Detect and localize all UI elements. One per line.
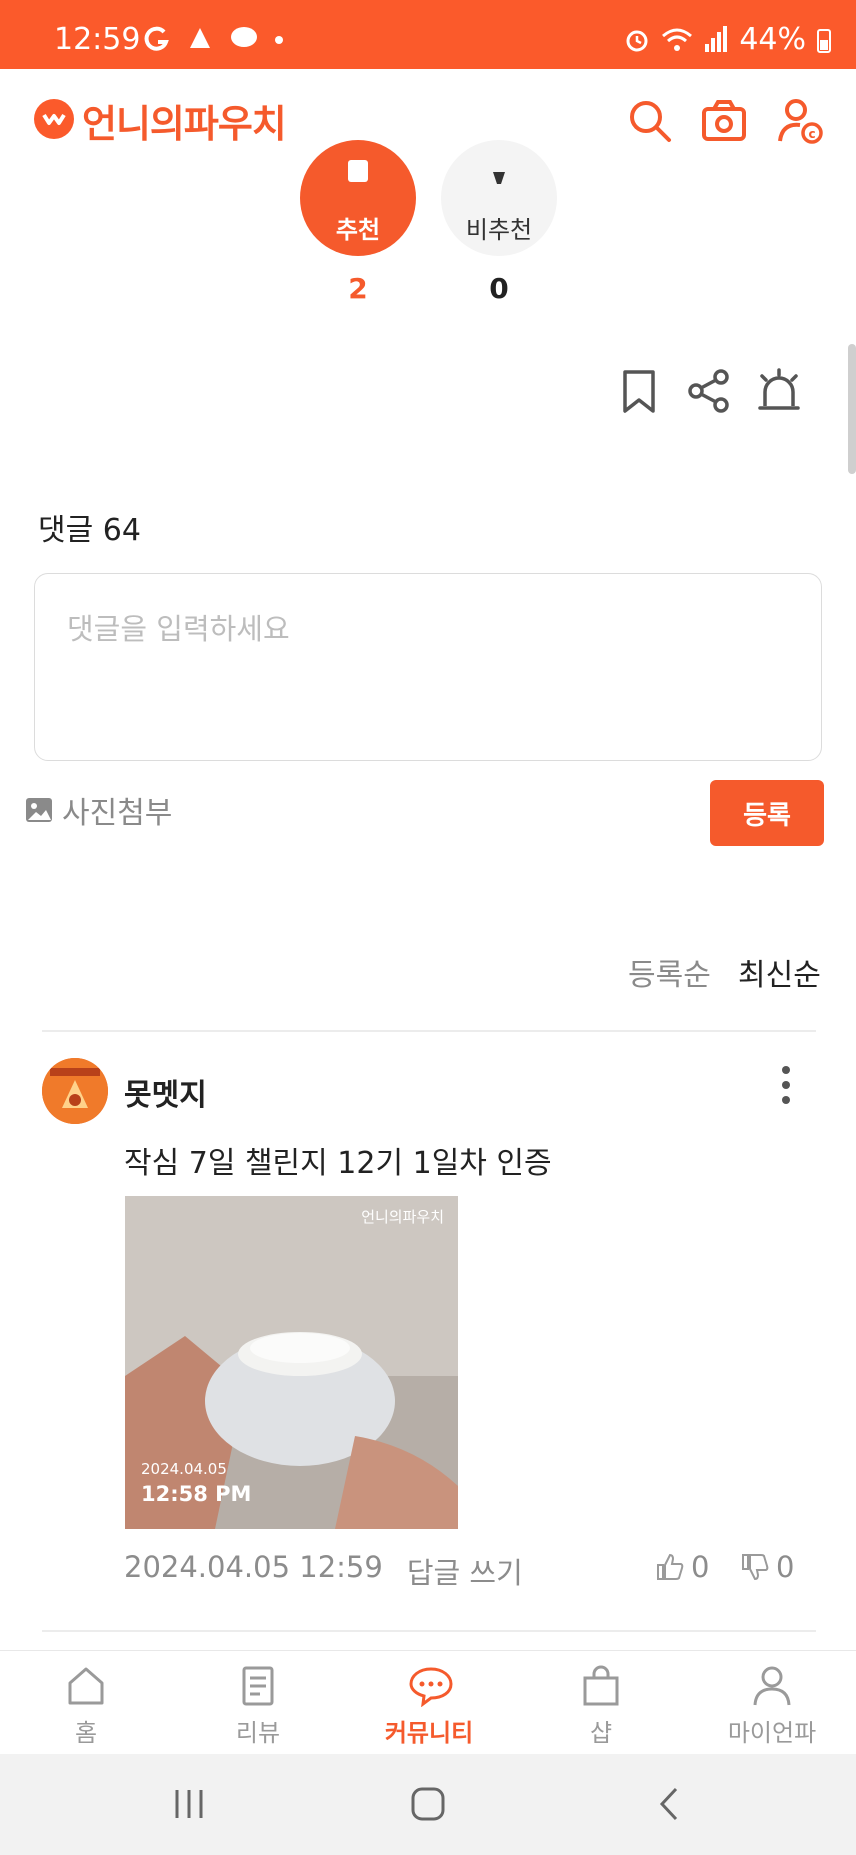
profile-icon <box>753 1666 791 1706</box>
comment-author[interactable]: 못멧지 <box>124 1070 207 1114</box>
comments-title: 댓글 64 <box>38 513 141 548</box>
nav-community-label: 커뮤니티 <box>384 1719 474 1747</box>
battery-icon <box>817 28 831 53</box>
status-right: 44% <box>623 22 832 57</box>
like-count: 0 <box>691 1550 710 1584</box>
home-button-icon[interactable] <box>410 1786 446 1822</box>
recommend-label: 추천 <box>335 216 381 244</box>
not-recommend-label: 비추천 <box>465 216 533 244</box>
not-recommend-button[interactable]: 비추천 <box>441 140 557 256</box>
comment-input[interactable] <box>65 604 789 728</box>
nav-review-label: 리뷰 <box>235 1719 281 1747</box>
bottom-nav: 홈 리뷰 커뮤니티 샵 마이언파 <box>0 1650 856 1755</box>
dislike-button[interactable]: 0 <box>740 1550 794 1584</box>
dot-icon <box>274 36 283 44</box>
thumbs-up-icon <box>348 160 368 182</box>
divider <box>42 1630 816 1632</box>
dislike-icon <box>742 1554 769 1581</box>
nav-shop[interactable]: 샵 <box>531 1651 671 1755</box>
photo-time: 12:58 PM <box>141 1482 252 1506</box>
recommend-count: 2 <box>348 272 368 305</box>
battery-percent: 44% <box>739 22 806 57</box>
sort-oldest[interactable]: 등록순 <box>628 950 711 994</box>
image-icon <box>26 798 52 822</box>
status-bar: 12:59 44% <box>0 0 856 69</box>
alarm-icon <box>626 30 648 51</box>
submit-button[interactable]: 등록 <box>710 780 824 846</box>
not-recommend-count: 0 <box>489 272 509 305</box>
app-icon <box>190 28 211 48</box>
google-icon <box>144 26 169 51</box>
camera-icon[interactable] <box>700 97 748 145</box>
avatar[interactable] <box>42 1058 108 1124</box>
nav-shop-label: 샵 <box>589 1719 613 1747</box>
shop-icon <box>583 1665 619 1706</box>
nav-review[interactable]: 리뷰 <box>188 1651 328 1755</box>
reply-button[interactable]: 답글 쓰기 <box>407 1550 523 1592</box>
comment-box[interactable] <box>34 573 822 761</box>
wifi-icon <box>662 28 693 51</box>
photo-date: 2024.04.05 <box>141 1460 227 1478</box>
logo-icon[interactable] <box>34 99 74 139</box>
review-icon <box>242 1666 274 1706</box>
divider <box>42 1030 816 1032</box>
like-icon <box>657 1553 684 1580</box>
search-icon[interactable] <box>626 97 674 145</box>
nav-profile-label: 마이언파 <box>727 1719 817 1747</box>
system-nav-bar <box>0 1754 856 1855</box>
user-coin-icon[interactable]: c <box>776 97 824 145</box>
back-icon[interactable] <box>656 1786 682 1822</box>
community-icon <box>409 1667 453 1707</box>
svg-text:c: c <box>808 127 815 141</box>
scrollbar[interactable] <box>848 344 856 474</box>
nav-profile[interactable]: 마이언파 <box>702 1651 842 1755</box>
recents-icon[interactable] <box>172 1786 206 1822</box>
more-options-icon[interactable] <box>770 1062 802 1108</box>
bookmark-icon[interactable] <box>616 368 662 414</box>
comment-text: 작심 7일 챌린지 12기 1일차 인증 <box>124 1146 552 1181</box>
nav-home[interactable]: 홈 <box>16 1651 156 1755</box>
like-button[interactable]: 0 <box>655 1550 709 1584</box>
app-header: 언니의파우치 c <box>0 69 856 174</box>
sort-newest[interactable]: 최신순 <box>738 950 821 994</box>
comment-meta: 2024.04.05 12:59 답글 쓰기 <box>124 1550 523 1592</box>
attach-photo-label: 사진첨부 <box>62 796 173 831</box>
dislike-count: 0 <box>776 1550 795 1584</box>
chat-icon <box>230 27 257 47</box>
logo-text[interactable]: 언니의파우치 <box>82 93 287 148</box>
comment-photo[interactable]: 언니의파우치 2024.04.05 12:58 PM <box>125 1196 458 1529</box>
nav-home-label: 홈 <box>74 1719 98 1747</box>
share-icon[interactable] <box>686 368 732 414</box>
report-siren-icon[interactable] <box>756 368 802 414</box>
status-notification-icons <box>142 24 285 59</box>
attach-photo-button[interactable]: 사진첨부 <box>24 788 172 832</box>
signal-icon <box>705 25 728 52</box>
thumbs-down-icon <box>493 172 505 184</box>
home-icon <box>68 1667 104 1705</box>
nav-community[interactable]: 커뮤니티 <box>359 1651 499 1755</box>
photo-watermark: 언니의파우치 <box>361 1208 444 1226</box>
status-time: 12:59 <box>54 22 141 57</box>
recommend-button[interactable]: 추천 <box>300 140 416 256</box>
comment-timestamp: 2024.04.05 12:59 <box>124 1550 383 1584</box>
